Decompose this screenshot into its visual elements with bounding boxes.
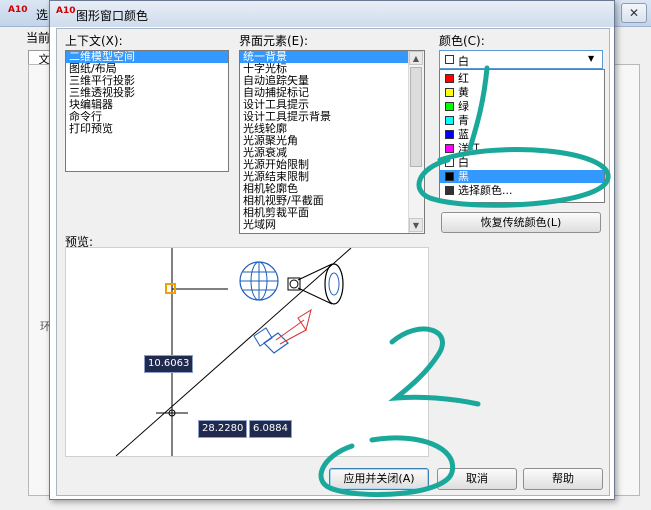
annotation-number-2 <box>388 326 481 407</box>
annotation-stroke-1 <box>467 65 490 151</box>
annotation-ellipse-color <box>416 147 611 208</box>
annotation-ellipse-apply <box>318 435 456 498</box>
handwritten-annotations <box>318 65 611 498</box>
